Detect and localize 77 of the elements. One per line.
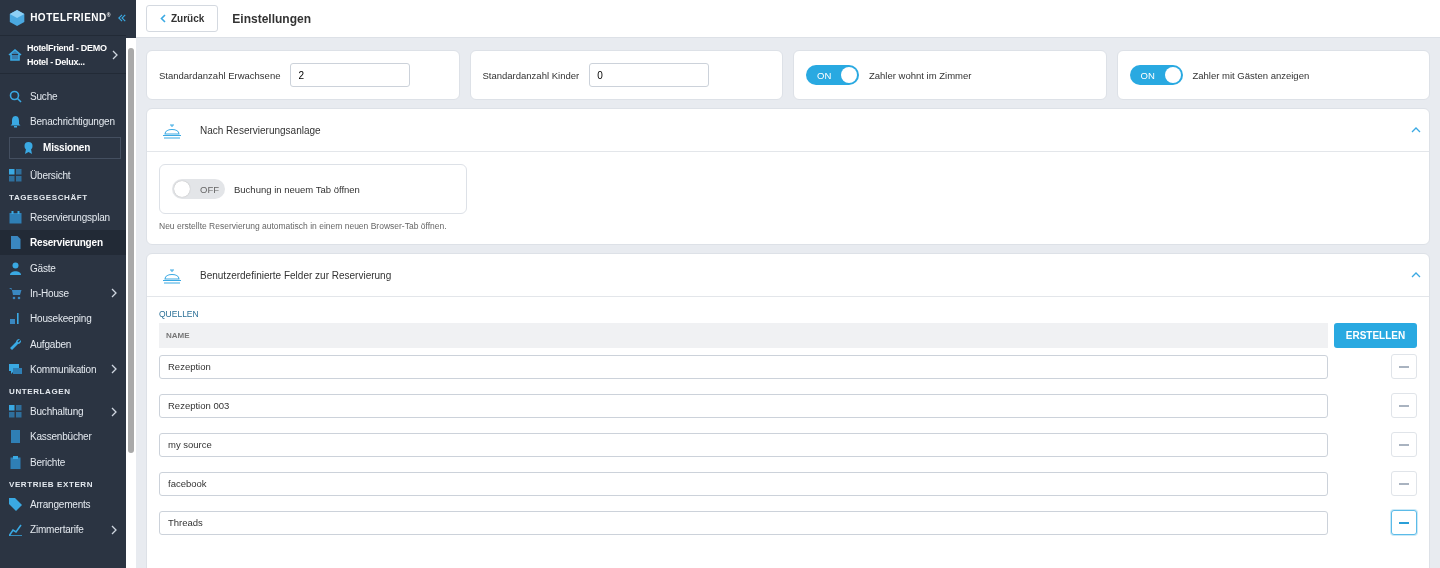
search-icon xyxy=(9,90,22,104)
input-field[interactable]: 0 xyxy=(589,63,710,87)
sidebar-item[interactable]: Reservierungsplan xyxy=(0,204,126,231)
chevron-right-icon xyxy=(111,49,118,60)
minus-icon xyxy=(1399,404,1409,407)
sidebar-item[interactable]: Gäste xyxy=(0,255,126,281)
input-field[interactable]: 2 xyxy=(290,63,411,87)
toggle-switch[interactable]: OFF xyxy=(172,179,225,199)
panel-title: Benutzerdefinierte Felder zur Reservierung xyxy=(200,269,393,281)
toggle-label: Buchung in neuem Tab öffnen xyxy=(234,183,360,195)
document-icon xyxy=(9,236,22,250)
remove-button[interactable] xyxy=(1391,510,1417,535)
sidebar-item[interactable]: Arrangements xyxy=(0,491,126,518)
input-field[interactable]: my source xyxy=(159,432,1328,457)
minus-icon xyxy=(1399,443,1409,446)
field-label: Standardanzahl Erwachsene xyxy=(159,69,281,81)
hotel-name: HotelFriend - DEMO Hotel - Delux... xyxy=(27,41,107,69)
bell-icon xyxy=(9,115,22,129)
sidebar-item[interactable]: Buchhaltung xyxy=(0,398,126,425)
wrench-icon xyxy=(9,337,22,351)
cart-icon xyxy=(9,286,22,300)
section-heading: UNTERLAGEN xyxy=(8,385,72,398)
grid-icon xyxy=(9,405,22,419)
column-header: NAME xyxy=(159,323,1328,348)
sidebar-item[interactable]: Benachrichtigungen xyxy=(0,109,126,135)
scrollbar[interactable] xyxy=(126,38,136,568)
sidebar-item[interactable]: Suche xyxy=(0,84,126,110)
input-field[interactable]: facebook xyxy=(159,471,1328,496)
input-field[interactable]: Threads xyxy=(159,510,1328,535)
chevron-right-icon xyxy=(111,524,117,535)
section-heading: VERTRIEB EXTERN xyxy=(8,478,95,491)
tag-icon xyxy=(9,498,22,511)
sidebar-item[interactable]: Missionen xyxy=(9,136,121,159)
person-icon xyxy=(9,261,22,275)
medal-icon xyxy=(22,141,35,155)
calendar-icon xyxy=(9,211,22,225)
page-title: Einstellungen xyxy=(232,11,312,26)
minus-icon xyxy=(1399,521,1409,524)
toggle-label: Zahler mit Gästen anzeigen xyxy=(1192,69,1310,81)
sidebar-item[interactable]: Berichte xyxy=(0,449,126,475)
brand-name: HOTELFRIEND$^{®}$ xyxy=(30,11,111,24)
minus-icon xyxy=(1399,482,1409,485)
panel-title: Nach Reservierungsanlage xyxy=(200,124,322,136)
grid-icon xyxy=(9,168,22,182)
minus-icon xyxy=(1399,365,1409,368)
house-icon xyxy=(8,48,22,61)
panel-header[interactable]: Nach Reservierungsanlage xyxy=(147,109,1429,152)
hint-text: Neu erstellte Reservierung automatisch in einem neuen Browser-Tab öffnen. xyxy=(159,221,448,231)
toggle-label: Zahler wohnt im Zimmer xyxy=(869,69,972,81)
sidebar-item[interactable]: In-House xyxy=(0,280,126,307)
sidebar-item[interactable]: Kassenbücher xyxy=(0,424,126,450)
sidebar-item[interactable]: Reservierungen xyxy=(0,230,126,256)
back-button[interactable]: Zurück xyxy=(146,5,219,32)
sidebar-item[interactable]: Kommunikation xyxy=(0,356,126,382)
service-bell-icon xyxy=(162,121,182,139)
double-chevron-icon[interactable] xyxy=(117,12,126,23)
chevron-icon[interactable] xyxy=(1411,127,1421,133)
chevron-right-icon xyxy=(111,364,117,375)
sidebar-item[interactable]: Aufgaben xyxy=(0,331,126,357)
field-label: Standardanzahl Kinder xyxy=(482,69,580,81)
input-field[interactable]: Rezeption xyxy=(159,354,1328,379)
chevron-icon[interactable] xyxy=(1411,272,1421,278)
group-label: QUELLEN xyxy=(159,309,200,319)
chevron-left-icon xyxy=(160,14,166,23)
book-icon xyxy=(9,430,22,444)
service-bell-icon xyxy=(162,266,182,284)
sidebar-item[interactable]: Übersicht xyxy=(0,162,126,188)
sidebar-item[interactable]: Housekeeping xyxy=(0,306,126,332)
chat-icon xyxy=(9,362,22,376)
panel-header[interactable]: Benutzerdefinierte Felder zur Reservierung xyxy=(147,254,1429,297)
sidebar-item[interactable]: Zimmertarife xyxy=(0,517,126,543)
input-field[interactable]: Rezeption 003 xyxy=(159,393,1328,418)
section-heading: TAGESGESCHÄFT xyxy=(8,191,89,204)
chevron-right-icon xyxy=(111,406,117,417)
chevron-right-icon xyxy=(111,288,117,299)
clipboard-icon xyxy=(9,455,22,469)
chart-icon xyxy=(9,523,22,537)
